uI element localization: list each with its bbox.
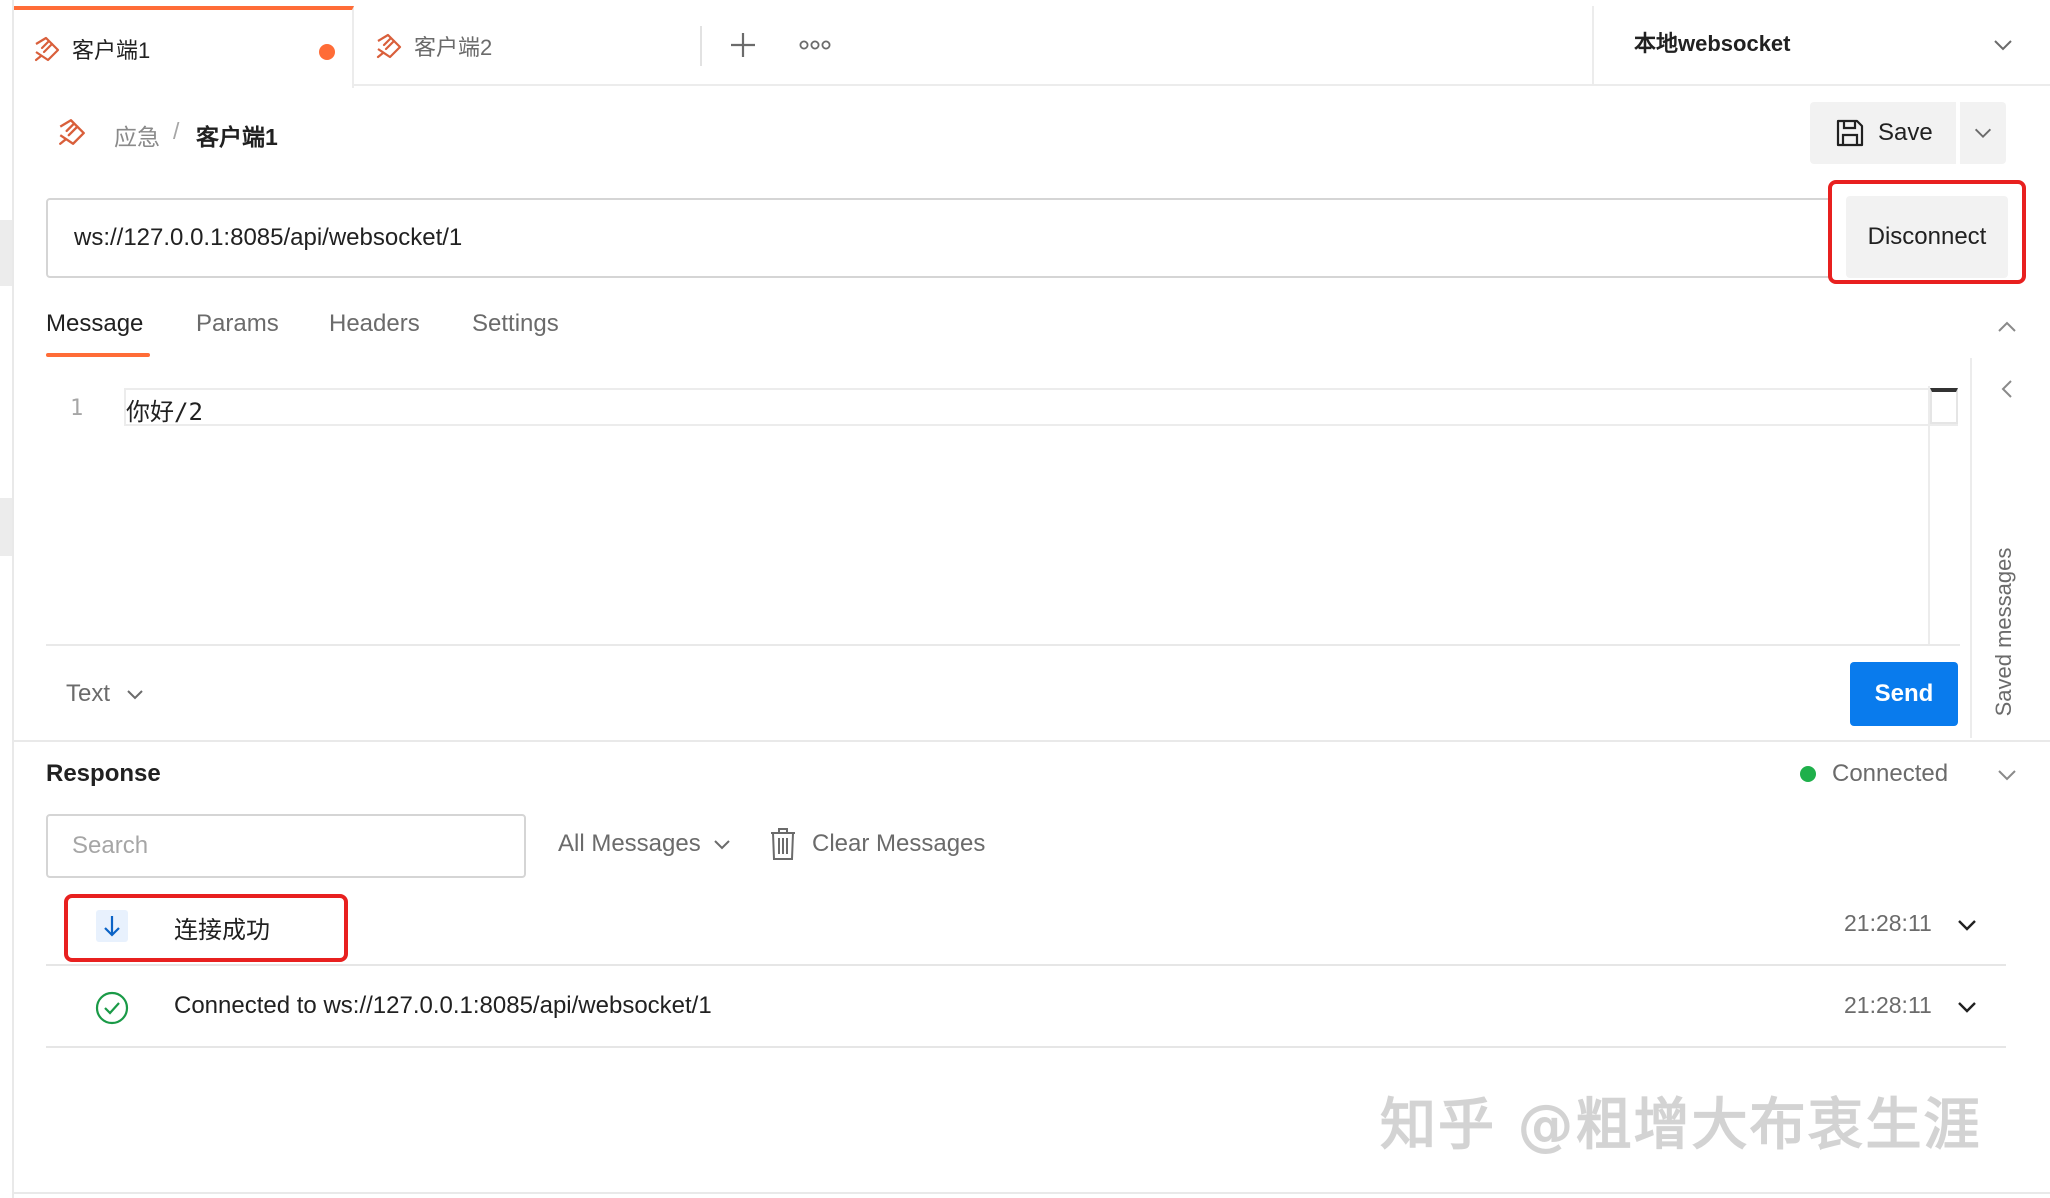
editor-scrollbar[interactable]: [1928, 386, 1958, 644]
tab-client-1[interactable]: 客户端1: [14, 6, 354, 88]
save-label: Save: [1878, 119, 1933, 146]
websocket-icon: [59, 119, 85, 145]
chevron-down-icon: [1974, 128, 1992, 138]
saved-panel-divider: [1970, 358, 1972, 738]
response-title: Response: [46, 760, 161, 787]
clear-messages-label: Clear Messages: [812, 830, 986, 857]
tab-divider: [700, 26, 702, 66]
chevron-left-icon[interactable]: [1994, 376, 2020, 402]
watermark: 知乎 @粗增大布衷生涯: [1380, 1093, 1982, 1158]
chevron-down-icon[interactable]: [1954, 912, 1980, 938]
save-button[interactable]: Save: [1810, 102, 1956, 164]
line-number: 1: [70, 396, 84, 421]
section-divider: [14, 740, 2050, 742]
sidebar-edge: [0, 498, 12, 556]
unsaved-dot: [319, 44, 335, 60]
tab-settings[interactable]: Settings: [472, 310, 559, 338]
new-tab-button[interactable]: [722, 22, 764, 68]
chevron-down-icon[interactable]: [1954, 994, 1980, 1020]
tab-params[interactable]: Params: [196, 310, 279, 338]
websocket-icon: [376, 33, 402, 59]
active-tab-indicator: [46, 353, 150, 357]
saved-messages-toggle[interactable]: Saved messages: [1986, 502, 2022, 762]
chevron-down-icon[interactable]: [1994, 762, 2020, 788]
trash-icon: [771, 828, 795, 860]
left-border: [12, 0, 14, 1198]
chevron-down-icon: [127, 690, 143, 700]
connection-status: Connected: [1800, 760, 1948, 788]
chevron-down-icon[interactable]: [1990, 32, 2016, 58]
plus-icon: [731, 33, 755, 57]
save-icon: [1836, 119, 1864, 147]
environment-selector[interactable]: 本地websocket: [1634, 26, 1791, 58]
breadcrumb-parent[interactable]: 应急: [114, 118, 160, 152]
tab-label: 客户端2: [414, 35, 493, 60]
url-input[interactable]: ws://127.0.0.1:8085/api/websocket/1: [46, 198, 1830, 278]
tab-client-2[interactable]: 客户端2: [356, 6, 698, 86]
breadcrumb-current[interactable]: 客户端1: [196, 118, 278, 152]
filter-label: All Messages: [558, 830, 701, 857]
saved-messages-label: Saved messages: [1991, 547, 2016, 717]
save-options-button[interactable]: [1960, 102, 2006, 164]
environment-divider: [1592, 6, 1594, 86]
message-text: Connected to ws://127.0.0.1:8085/api/web…: [174, 992, 712, 1019]
message-type-label: Text: [66, 680, 111, 707]
message-time: 21:28:11: [1844, 992, 1932, 1018]
message-filter-select[interactable]: All Messages: [558, 830, 733, 858]
tab-message[interactable]: Message: [46, 310, 143, 338]
chevron-down-icon: [714, 840, 730, 850]
search-input[interactable]: [46, 814, 526, 878]
status-label: Connected: [1832, 760, 1949, 787]
message-time: 21:28:11: [1844, 910, 1932, 936]
bottom-border: [12, 1192, 2050, 1194]
message-row[interactable]: Connected to ws://127.0.0.1:8085/api/web…: [46, 968, 2006, 1048]
clear-messages-button[interactable]: Clear Messages: [768, 826, 985, 862]
active-line-highlight: [124, 388, 1958, 426]
scrollbar-thumb[interactable]: [1930, 388, 1958, 424]
message-editor[interactable]: 你好/2: [126, 392, 203, 427]
tab-label: 客户端1: [72, 38, 151, 63]
breadcrumb-separator: /: [173, 118, 180, 144]
highlight-annotation: [64, 894, 348, 962]
sidebar-edge: [0, 220, 12, 286]
send-button[interactable]: Send: [1850, 662, 1958, 726]
more-icon: [799, 40, 831, 50]
status-dot: [1800, 766, 1816, 782]
highlight-annotation: [1828, 180, 2026, 284]
editor-divider: [46, 644, 1960, 646]
message-type-select[interactable]: Text: [66, 680, 146, 708]
check-circle-icon: [95, 991, 129, 1025]
tab-headers[interactable]: Headers: [329, 310, 420, 338]
websocket-icon: [34, 36, 60, 62]
chevron-up-icon[interactable]: [1994, 314, 2020, 340]
more-tabs-button[interactable]: [794, 22, 836, 68]
